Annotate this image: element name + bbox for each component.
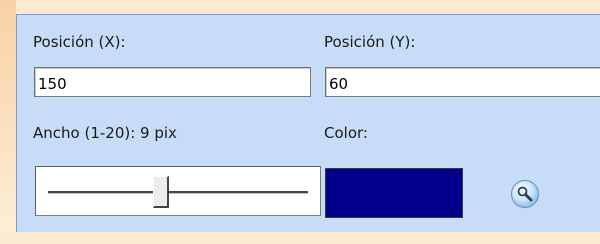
width-label: Ancho (1-20): 9 pix xyxy=(33,124,177,142)
magnifier-icon xyxy=(510,179,540,209)
position-y-input[interactable] xyxy=(325,67,600,97)
width-slider[interactable] xyxy=(35,166,321,216)
background-edge xyxy=(0,0,16,244)
position-x-label: Posición (X): xyxy=(33,33,126,51)
color-swatch[interactable] xyxy=(325,168,463,218)
color-label: Color: xyxy=(324,124,368,142)
position-x-input[interactable] xyxy=(34,67,311,97)
color-picker-button[interactable] xyxy=(510,179,540,209)
brush-settings-panel: Posición (X): Posición (Y): Ancho (1-20)… xyxy=(16,14,600,232)
position-y-label: Posición (Y): xyxy=(324,33,416,51)
slider-thumb[interactable] xyxy=(153,176,170,208)
background-bottom xyxy=(0,232,600,244)
slider-track xyxy=(48,191,308,194)
